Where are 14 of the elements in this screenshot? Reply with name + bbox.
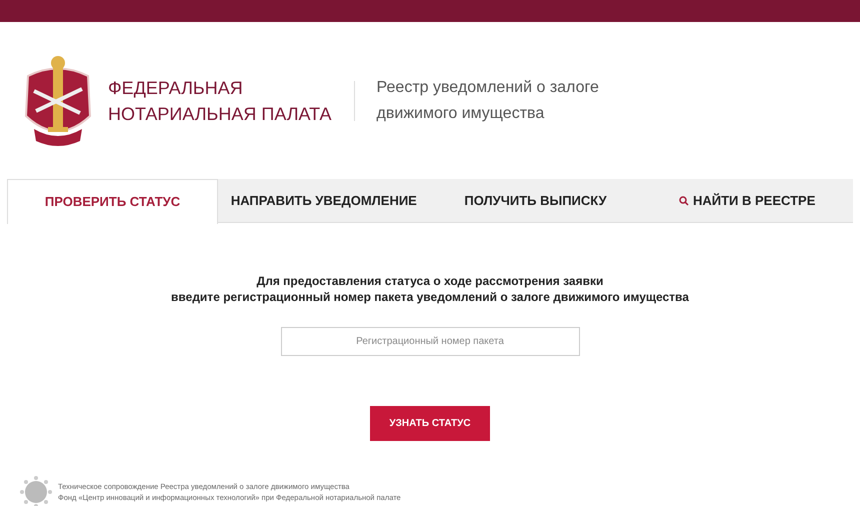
- org-name: НОТАРИАЛЬНАЯ ПАЛАТА: [108, 102, 332, 126]
- package-number-field[interactable]: Регистрационный номер пакета: [280, 327, 580, 356]
- sun-icon: [20, 476, 52, 506]
- nav-tab[interactable]: НАЙТИ В РЕЕСТРЕ: [641, 179, 854, 223]
- nav-tab[interactable]: НАПРАВИТЬ УВЕДОМЛЕНИЕ: [218, 179, 430, 223]
- instruction-text: Для предоставления статуса о ходе рассмотрения заявки: [256, 273, 604, 289]
- registry-title: движимого имущества: [376, 104, 546, 124]
- instruction-text: введите регистрационный номер пакета уведомлений о залоге движимого имущества: [171, 289, 689, 305]
- search-icon: [678, 196, 689, 206]
- nav-tab[interactable]: ПРОВЕРИТЬ СТАТУС: [7, 179, 218, 224]
- check-status-button[interactable]: УЗНАТЬ СТАТУС: [370, 406, 490, 441]
- registry-title: Реестр уведомлений о залоге: [376, 78, 599, 98]
- org-name: ФЕДЕРАЛЬНАЯ: [108, 76, 244, 100]
- nav-tab[interactable]: ПОЛУЧИТЬ ВЫПИСКУ: [430, 179, 642, 223]
